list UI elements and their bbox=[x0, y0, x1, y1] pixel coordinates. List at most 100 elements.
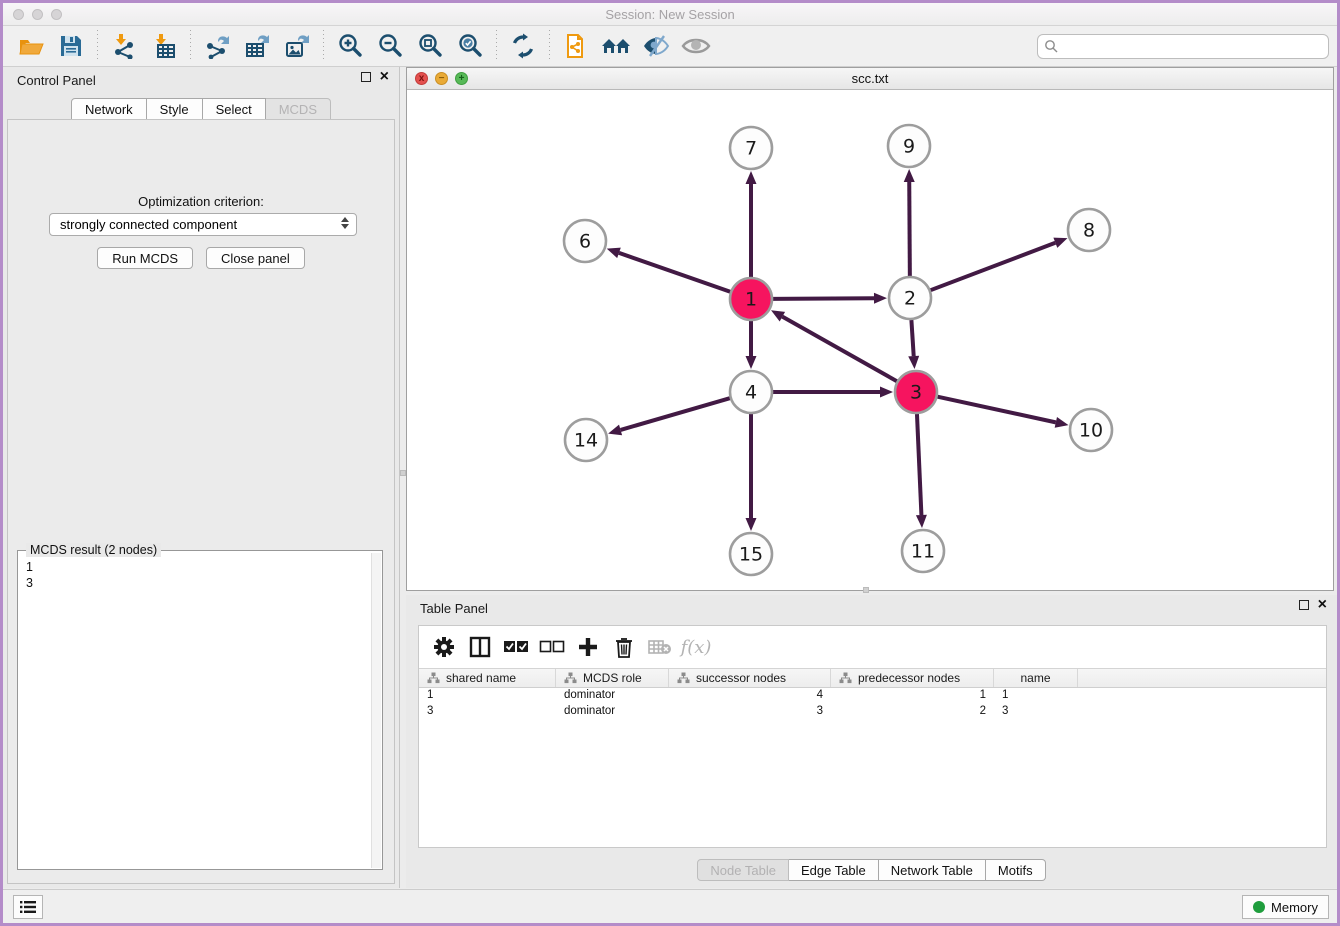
graph-node-2[interactable]: 2 bbox=[889, 277, 931, 319]
delete-table-button[interactable] bbox=[645, 632, 675, 662]
home-button[interactable] bbox=[596, 29, 636, 63]
graph-node-14[interactable]: 14 bbox=[565, 419, 607, 461]
show-hide-graphics-details-button[interactable] bbox=[636, 29, 676, 63]
graph-node-4[interactable]: 4 bbox=[730, 371, 772, 413]
close-panel-button[interactable]: Close panel bbox=[206, 247, 305, 269]
graph-edge-3-11[interactable] bbox=[917, 414, 921, 515]
graph-node-1[interactable]: 1 bbox=[730, 278, 772, 320]
control-tab-mcds[interactable]: MCDS bbox=[266, 98, 331, 120]
column-header-successor-nodes[interactable]: successor nodes bbox=[669, 669, 831, 687]
edge-arrowhead-icon bbox=[904, 169, 915, 182]
column-header-shared-name[interactable]: shared name bbox=[419, 669, 556, 687]
table-tab-network-table[interactable]: Network Table bbox=[879, 859, 986, 881]
column-header-MCDS-role[interactable]: MCDS role bbox=[556, 669, 669, 687]
table-cell[interactable]: 3 bbox=[669, 704, 831, 720]
graph-edge-2-9[interactable] bbox=[909, 182, 910, 276]
criterion-dropdown[interactable]: strongly connected component bbox=[49, 213, 357, 236]
import-network-button[interactable] bbox=[104, 29, 144, 63]
control-tab-style[interactable]: Style bbox=[147, 98, 203, 120]
column-header-predecessor-nodes[interactable]: predecessor nodes bbox=[831, 669, 994, 687]
close-panel-icon[interactable]: × bbox=[380, 72, 389, 82]
table-cell[interactable]: 4 bbox=[669, 688, 831, 704]
graph-edge-2-3[interactable] bbox=[911, 320, 913, 356]
graph-node-6[interactable]: 6 bbox=[564, 220, 606, 262]
memory-button[interactable]: Memory bbox=[1242, 895, 1329, 919]
network-window-titlebar: x − + scc.txt bbox=[407, 68, 1333, 90]
network-canvas-svg[interactable]: 7 9 6 8 1 2 4 3 14 10 15 11 bbox=[407, 90, 1333, 590]
zoom-in-button[interactable] bbox=[330, 29, 370, 63]
title-bar: Session: New Session bbox=[3, 3, 1337, 26]
control-tab-network[interactable]: Network bbox=[71, 98, 147, 120]
table-tab-motifs[interactable]: Motifs bbox=[986, 859, 1046, 881]
graph-edge-1-6[interactable] bbox=[619, 253, 730, 292]
task-history-button[interactable] bbox=[13, 895, 43, 919]
create-column-button[interactable] bbox=[573, 632, 603, 662]
vertical-splitter-handle[interactable] bbox=[400, 470, 406, 476]
save-session-button[interactable] bbox=[51, 29, 91, 63]
new-table-icon bbox=[244, 33, 270, 59]
zoom-out-button[interactable] bbox=[370, 29, 410, 63]
network-window-title: scc.txt bbox=[407, 71, 1333, 86]
table-cell[interactable]: dominator bbox=[556, 688, 669, 704]
toolbar-separator bbox=[190, 30, 191, 62]
column-header-name[interactable]: name bbox=[994, 669, 1078, 687]
delete-column-button[interactable] bbox=[609, 632, 639, 662]
table-cell[interactable]: dominator bbox=[556, 704, 669, 720]
table-settings-button[interactable] bbox=[429, 632, 459, 662]
mcds-result-scrollbar[interactable] bbox=[371, 553, 381, 868]
graph-edge-3-1[interactable] bbox=[782, 317, 896, 382]
refresh-button[interactable] bbox=[503, 29, 543, 63]
search-input[interactable] bbox=[1037, 34, 1329, 59]
close-panel-icon[interactable]: × bbox=[1318, 600, 1327, 610]
graph-edge-3-10[interactable] bbox=[937, 397, 1055, 423]
table-header-row: shared nameMCDS rolesuccessor nodesprede… bbox=[419, 668, 1326, 688]
table-cell[interactable]: 1 bbox=[419, 688, 556, 704]
graph-node-8[interactable]: 8 bbox=[1068, 209, 1110, 251]
graph-edge-4-14[interactable] bbox=[621, 398, 730, 430]
birds-eye-view-button[interactable] bbox=[676, 29, 716, 63]
graph-node-11[interactable]: 11 bbox=[902, 530, 944, 572]
table-row[interactable]: 1dominator411 bbox=[419, 688, 1326, 704]
float-panel-icon[interactable] bbox=[1299, 600, 1309, 610]
graph-node-3[interactable]: 3 bbox=[895, 371, 937, 413]
open-session-button[interactable] bbox=[11, 29, 51, 63]
table-tab-node-table[interactable]: Node Table bbox=[697, 859, 789, 881]
import-table-button[interactable] bbox=[144, 29, 184, 63]
run-mcds-button[interactable]: Run MCDS bbox=[97, 247, 193, 269]
mcds-result-text[interactable]: 13 bbox=[18, 553, 370, 869]
export-image-button[interactable] bbox=[277, 29, 317, 63]
new-network-button[interactable] bbox=[197, 29, 237, 63]
table-tab-edge-table[interactable]: Edge Table bbox=[789, 859, 879, 881]
graph-edge-1-2[interactable] bbox=[773, 298, 874, 299]
show-column-panel-button[interactable] bbox=[465, 632, 495, 662]
table-cell[interactable]: 2 bbox=[831, 704, 994, 720]
control-tab-select[interactable]: Select bbox=[203, 98, 266, 120]
table-cell[interactable]: 3 bbox=[419, 704, 556, 720]
function-builder-button[interactable]: f(x) bbox=[681, 632, 711, 662]
clone-network-button[interactable] bbox=[556, 29, 596, 63]
graph-node-7[interactable]: 7 bbox=[730, 127, 772, 169]
table-row[interactable]: 3dominator323 bbox=[419, 704, 1326, 720]
graph-node-15[interactable]: 15 bbox=[730, 533, 772, 575]
import-table-icon bbox=[151, 33, 177, 59]
graph-node-9[interactable]: 9 bbox=[888, 125, 930, 167]
clone-network-icon bbox=[563, 33, 589, 59]
fit-content-button[interactable] bbox=[410, 29, 450, 63]
graph-node-10[interactable]: 10 bbox=[1070, 409, 1112, 451]
graph-edge-2-8[interactable] bbox=[931, 243, 1056, 290]
dropdown-stepper-icon bbox=[341, 217, 349, 229]
edge-arrowhead-icon bbox=[746, 356, 757, 369]
float-panel-icon[interactable] bbox=[361, 72, 371, 82]
node-label: 10 bbox=[1079, 420, 1103, 442]
horizontal-splitter-handle[interactable] bbox=[863, 587, 869, 593]
table-cell[interactable]: 1 bbox=[994, 688, 1078, 704]
table-cell[interactable]: 3 bbox=[994, 704, 1078, 720]
deselect-all-columns-button[interactable] bbox=[537, 632, 567, 662]
zoom-selected-button[interactable] bbox=[450, 29, 490, 63]
show-hide-graphics-details-icon bbox=[642, 33, 670, 59]
delete-table-icon bbox=[648, 638, 672, 656]
new-table-button[interactable] bbox=[237, 29, 277, 63]
table-cell[interactable]: 1 bbox=[831, 688, 994, 704]
node-label: 15 bbox=[739, 544, 763, 566]
select-all-columns-button[interactable] bbox=[501, 632, 531, 662]
